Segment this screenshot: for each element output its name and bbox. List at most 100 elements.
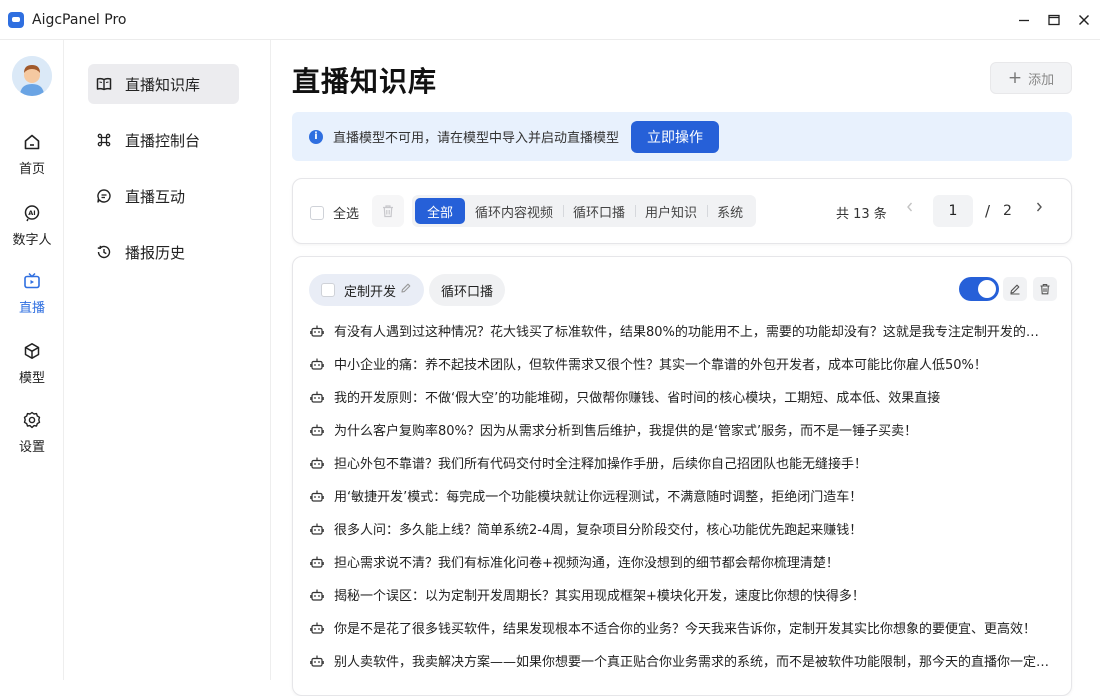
subnav-item-history[interactable]: 播报历史: [88, 232, 239, 272]
list-item[interactable]: 揭秘一个误区：以为定制开发周期长？其实用现成框架+模块化开发，速度比你想的快得多…: [310, 578, 1050, 611]
edit-tag-icon[interactable]: [400, 282, 412, 298]
robot-icon: [310, 523, 324, 535]
list-item[interactable]: 中小企业的痛：养不起技术团队，但软件需求又很个性？其实一个靠谱的外包开发者，成本…: [310, 347, 1050, 380]
page-separator: /: [985, 202, 991, 220]
robot-icon: [310, 490, 324, 502]
avatar-image: [12, 56, 52, 96]
chevron-left-icon: [907, 202, 913, 212]
list-item[interactable]: 我的开发原则：不做‘假大空’的功能堆砌，只做帮你赚钱、省时间的核心模块，工期短、…: [310, 380, 1050, 413]
card-tag-chip[interactable]: 定制开发: [309, 274, 425, 306]
maximize-icon: [1048, 14, 1060, 26]
subnav-item-label: 播报历史: [125, 243, 186, 262]
edit-card-button[interactable]: [1003, 277, 1027, 301]
tab-loop-speech[interactable]: 循环口播: [563, 198, 635, 224]
list-item[interactable]: 担心需求说不清？我们有标准化问卷+视频沟通，连你没想到的细节都会帮你梳理清楚！: [310, 545, 1050, 578]
list-item-text: 别人卖软件，我卖解决方案——如果你想要一个真正贴合你业务需求的系统，而不是被软件…: [334, 655, 1050, 670]
list-item-text: 有没有人遇到过这种情况？花大钱买了标准软件，结果80%的功能用不上，需要的功能却…: [334, 325, 1050, 340]
minimize-button[interactable]: [1010, 0, 1038, 40]
tab-system[interactable]: 系统: [707, 198, 753, 224]
next-page-button[interactable]: [1034, 201, 1044, 217]
trash-icon: [383, 205, 393, 218]
rail-item-label: 直播: [18, 301, 45, 316]
rail-item-label: 设置: [18, 440, 45, 455]
page-input[interactable]: 1: [933, 195, 973, 227]
list-item-text: 为什么客户复购率80%？因为从需求分析到售后维护，我提供的是‘管家式’服务，而不…: [334, 424, 918, 439]
close-icon: [1079, 15, 1089, 25]
subnav-item-knowledge-base[interactable]: 直播知识库: [88, 64, 239, 104]
filter-bar: 全选 全部 循环内容视频 循环口播 用户知识 系统 共 13 条 1 / 2: [292, 178, 1072, 244]
tab-loop-video[interactable]: 循环内容视频: [465, 198, 563, 224]
select-all[interactable]: 全选: [310, 203, 359, 222]
robot-icon: [310, 325, 324, 337]
ai-icon: AI: [22, 203, 42, 223]
subnav-item-label: 直播控制台: [125, 131, 201, 150]
list-item-text: 我的开发原则：不做‘假大空’的功能堆砌，只做帮你赚钱、省时间的核心模块，工期短、…: [334, 391, 941, 406]
rail-item-model[interactable]: 模型: [0, 341, 64, 397]
avatar[interactable]: [12, 56, 52, 96]
robot-icon: [310, 391, 324, 403]
list-item[interactable]: 用‘敏捷开发’模式：每完成一个功能模块就让你远程测试，不满意随时调整，拒绝闭门造…: [310, 479, 1050, 512]
card-tag-label: 定制开发: [344, 284, 397, 300]
add-button-label: 添加: [1028, 72, 1055, 88]
list-item-text: 担心外包不靠谱？我们所有代码交付时全注释加操作手册，后续你自己招团队也能无缝接手…: [334, 457, 868, 472]
window-controls: [1010, 0, 1100, 40]
rail-item-label: 模型: [18, 371, 45, 386]
prev-page-button[interactable]: [905, 201, 915, 217]
card-item-list: 有没有人遇到过这种情况？花大钱买了标准软件，结果80%的功能用不上，需要的功能却…: [310, 314, 1050, 677]
title-bar: AigcPanel Pro: [0, 0, 1100, 40]
robot-icon: [310, 424, 324, 436]
delete-card-button[interactable]: [1033, 277, 1057, 301]
list-item[interactable]: 有没有人遇到过这种情况？花大钱买了标准软件，结果80%的功能用不上，需要的功能却…: [310, 314, 1050, 347]
home-icon: [22, 132, 42, 152]
minimize-icon: [1019, 19, 1029, 22]
select-all-checkbox[interactable]: [310, 205, 324, 220]
chevron-right-icon: [1036, 202, 1042, 212]
cube-icon: [22, 341, 42, 361]
list-item-text: 你是不是花了很多钱买软件，结果发现根本不适合你的业务？今天我来告诉你，定制开发其…: [334, 622, 1037, 637]
card-checkbox[interactable]: [321, 283, 335, 297]
list-item-text: 用‘敏捷开发’模式：每完成一个功能模块就让你远程测试，不满意随时调整，拒绝闭门造…: [334, 490, 863, 505]
close-button[interactable]: [1070, 0, 1098, 40]
tab-all[interactable]: 全部: [415, 198, 466, 224]
list-item-text: 担心需求说不清？我们有标准化问卷+视频沟通，连你没想到的细节都会帮你梳理清楚！: [334, 556, 839, 571]
list-item[interactable]: 很多人问：多久能上线？简单系统2-4周，复杂项目分阶段交付，核心功能优先跑起来赚…: [310, 512, 1050, 545]
robot-icon: [310, 358, 324, 370]
robot-icon: [310, 622, 324, 634]
category-tabs: 全部 循环内容视频 循环口播 用户知识 系统: [412, 195, 757, 227]
list-item[interactable]: 担心外包不靠谱？我们所有代码交付时全注释加操作手册，后续你自己招团队也能无缝接手…: [310, 446, 1050, 479]
rail-item-settings[interactable]: 设置: [0, 410, 64, 466]
maximize-button[interactable]: [1040, 0, 1068, 40]
rail-item-label: 数字人: [12, 233, 52, 248]
subnav-item-interaction[interactable]: 直播互动: [88, 176, 239, 216]
live-subnav: 直播知识库 直播控制台 直播互动 播报历史: [64, 40, 271, 680]
alert-action-button[interactable]: 立即操作: [631, 120, 720, 153]
subnav-item-label: 直播互动: [125, 187, 186, 206]
list-item[interactable]: 你是不是花了很多钱买软件，结果发现根本不适合你的业务？今天我来告诉你，定制开发其…: [310, 611, 1050, 644]
list-item[interactable]: 为什么客户复购率80%？因为从需求分析到售后维护，我提供的是‘管家式’服务，而不…: [310, 413, 1050, 446]
history-icon: [96, 244, 112, 260]
plus-icon: +: [1007, 68, 1023, 88]
rail-item-home[interactable]: 首页: [0, 132, 64, 188]
robot-icon: [310, 655, 324, 667]
bulk-delete-button[interactable]: [372, 195, 404, 227]
alert-message: 直播模型不可用，请在模型中导入并启动直播模型: [333, 131, 620, 146]
chat-icon: [96, 188, 112, 204]
svg-text:AI: AI: [28, 209, 35, 217]
rail-item-label: 首页: [18, 162, 45, 177]
robot-icon: [310, 589, 324, 601]
subnav-item-label: 直播知识库: [125, 75, 201, 94]
add-button[interactable]: + 添加: [990, 62, 1072, 94]
tab-user-knowledge[interactable]: 用户知识: [635, 198, 707, 224]
enable-toggle[interactable]: [959, 277, 999, 301]
card-type-chip: 循环口播: [429, 274, 506, 306]
subnav-item-console[interactable]: 直播控制台: [88, 120, 239, 160]
list-item[interactable]: 别人卖软件，我卖解决方案——如果你想要一个真正贴合你业务需求的系统，而不是被软件…: [310, 644, 1050, 677]
rail-item-live[interactable]: 直播: [0, 271, 64, 327]
model-unavailable-alert: i 直播模型不可用，请在模型中导入并启动直播模型 立即操作: [292, 112, 1072, 161]
knowledge-card: 定制开发 循环口播 有没有人遇到过这种情况？花大钱买了标准软件，结果80%的功能…: [292, 256, 1072, 696]
rail-item-digital-human[interactable]: AI 数字人: [0, 203, 64, 259]
list-item-text: 很多人问：多久能上线？简单系统2-4周，复杂项目分阶段交付，核心功能优先跑起来赚…: [334, 523, 863, 538]
app-title: AigcPanel Pro: [32, 11, 127, 28]
list-item-text: 中小企业的痛：养不起技术团队，但软件需求又很个性？其实一个靠谱的外包开发者，成本…: [334, 358, 987, 373]
robot-icon: [310, 457, 324, 469]
